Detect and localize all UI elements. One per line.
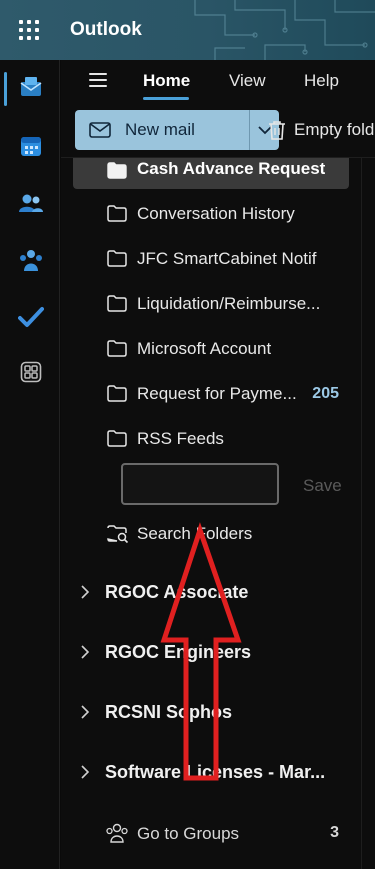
folder-item[interactable]: Cash Advance Request [73,158,349,189]
folder-label: Conversation History [137,204,295,223]
groups-count: 3 [330,824,339,841]
folder-icon [107,430,127,447]
chevron-right-icon [81,645,90,659]
app-title: Outlook [70,19,142,40]
folder-item[interactable]: RSS Feeds [73,419,349,459]
go-to-groups-label: Go to Groups [137,824,240,843]
folder-item[interactable]: Liquidation/Reimburse... [73,284,349,324]
folder-pane: Cash Advance Request Conversation Histor… [61,158,361,869]
calendar-icon[interactable] [17,132,45,160]
tab-help[interactable]: Help [304,71,339,91]
ribbon-tabs: Home View Help [61,60,375,102]
go-to-groups-link[interactable]: Go to Groups 3 [73,813,349,853]
folder-label: Request for Payme... [137,384,297,403]
title-bar: Outlook [0,0,375,60]
tab-home[interactable]: Home [143,71,190,91]
search-folders-label: Search Folders [137,524,253,543]
group-label: RGOC Engineers [105,642,252,662]
app-rail [0,60,60,869]
tab-view[interactable]: View [229,71,266,91]
folder-label: Microsoft Account [137,339,272,358]
account-group[interactable]: RGOC Engineers [73,633,349,673]
group-label: RCSNI Sophos [105,702,233,722]
group-label: RGOC Associate [105,582,249,602]
account-group[interactable]: RGOC Associate [73,573,349,613]
people-icon[interactable] [17,189,45,217]
folder-label: JFC SmartCabinet Notif [137,249,317,268]
header-pattern [194,0,375,60]
save-folder-button[interactable]: Save [303,476,342,496]
empty-folder-label: Empty fold [294,120,375,139]
envelope-icon [89,122,111,138]
groups-icon [106,823,128,843]
folder-label: Cash Advance Request [137,159,326,178]
todo-icon[interactable] [17,303,45,331]
account-group[interactable]: Software Licenses - Mar... [73,753,349,793]
folder-icon [107,340,127,357]
folder-item[interactable]: Microsoft Account [73,329,349,369]
folder-label: RSS Feeds [137,429,224,448]
unread-count: 205 [312,385,339,402]
folder-icon [107,205,127,222]
search-folders-item[interactable]: Search Folders [73,514,349,554]
account-group[interactable]: RCSNI Sophos [73,693,349,733]
group-label: Software Licenses - Mar... [105,762,326,782]
new-mail-button[interactable]: New mail [75,110,249,150]
mail-icon[interactable] [17,73,45,101]
folder-item[interactable]: JFC SmartCabinet Notif [73,239,349,279]
folder-item[interactable]: Request for Payme... 205 [73,374,349,414]
folder-pane-scrollbar[interactable] [361,158,375,869]
tab-active-underline [143,97,189,100]
command-bar: New mail Empty fold [61,102,375,158]
chevron-right-icon [81,765,90,779]
folder-icon [107,385,127,402]
new-mail-label: New mail [125,120,195,139]
new-folder-name-input[interactable] [121,463,279,505]
chevron-right-icon [81,705,90,719]
chevron-right-icon [81,585,90,599]
groups-icon[interactable] [17,246,45,274]
folder-icon [107,250,127,267]
folder-item[interactable]: Conversation History [73,194,349,234]
search-folder-icon [107,525,129,544]
trash-icon [269,121,285,140]
folder-label: Liquidation/Reimburse... [137,294,321,313]
rail-active-indicator [4,72,7,106]
hamburger-menu-icon[interactable] [89,73,107,87]
folder-icon [107,162,127,179]
empty-folder-button[interactable]: Empty fold [268,120,374,140]
apps-icon[interactable] [17,358,45,386]
folder-icon [107,295,127,312]
app-launcher-icon[interactable] [19,20,39,40]
